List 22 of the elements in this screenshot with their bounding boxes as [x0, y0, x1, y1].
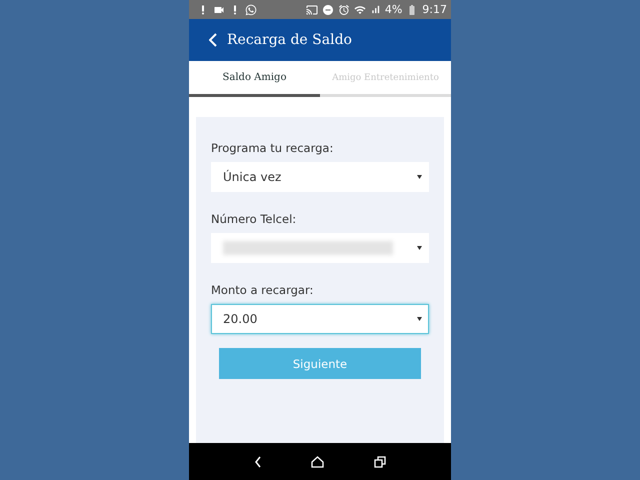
alarm-icon [338, 4, 350, 16]
do-not-disturb-icon [322, 4, 334, 16]
battery-level: 4% [384, 3, 402, 16]
caret-icon [417, 317, 422, 321]
caret-icon [417, 246, 422, 250]
clock: 9:17 [422, 3, 447, 16]
field-label: Monto a recargar: [211, 283, 314, 297]
select-field[interactable]: 20.00 [211, 304, 429, 334]
field-label: Número Telcel: [211, 212, 298, 226]
wifi-icon [354, 4, 366, 16]
cast-icon [306, 4, 318, 16]
chat-icon [245, 4, 257, 16]
field-label: Programa tu recarga: [211, 141, 334, 155]
home-icon[interactable] [311, 456, 324, 468]
header-title: Recarga de Saldo [227, 32, 352, 48]
signal-icon [370, 4, 381, 15]
select-field[interactable]: Única vez [211, 162, 429, 192]
back-icon[interactable] [209, 33, 217, 47]
back-icon[interactable] [254, 456, 262, 468]
caret-icon [417, 175, 422, 179]
recent-apps-icon[interactable] [374, 456, 386, 468]
select-field[interactable] [211, 233, 429, 263]
